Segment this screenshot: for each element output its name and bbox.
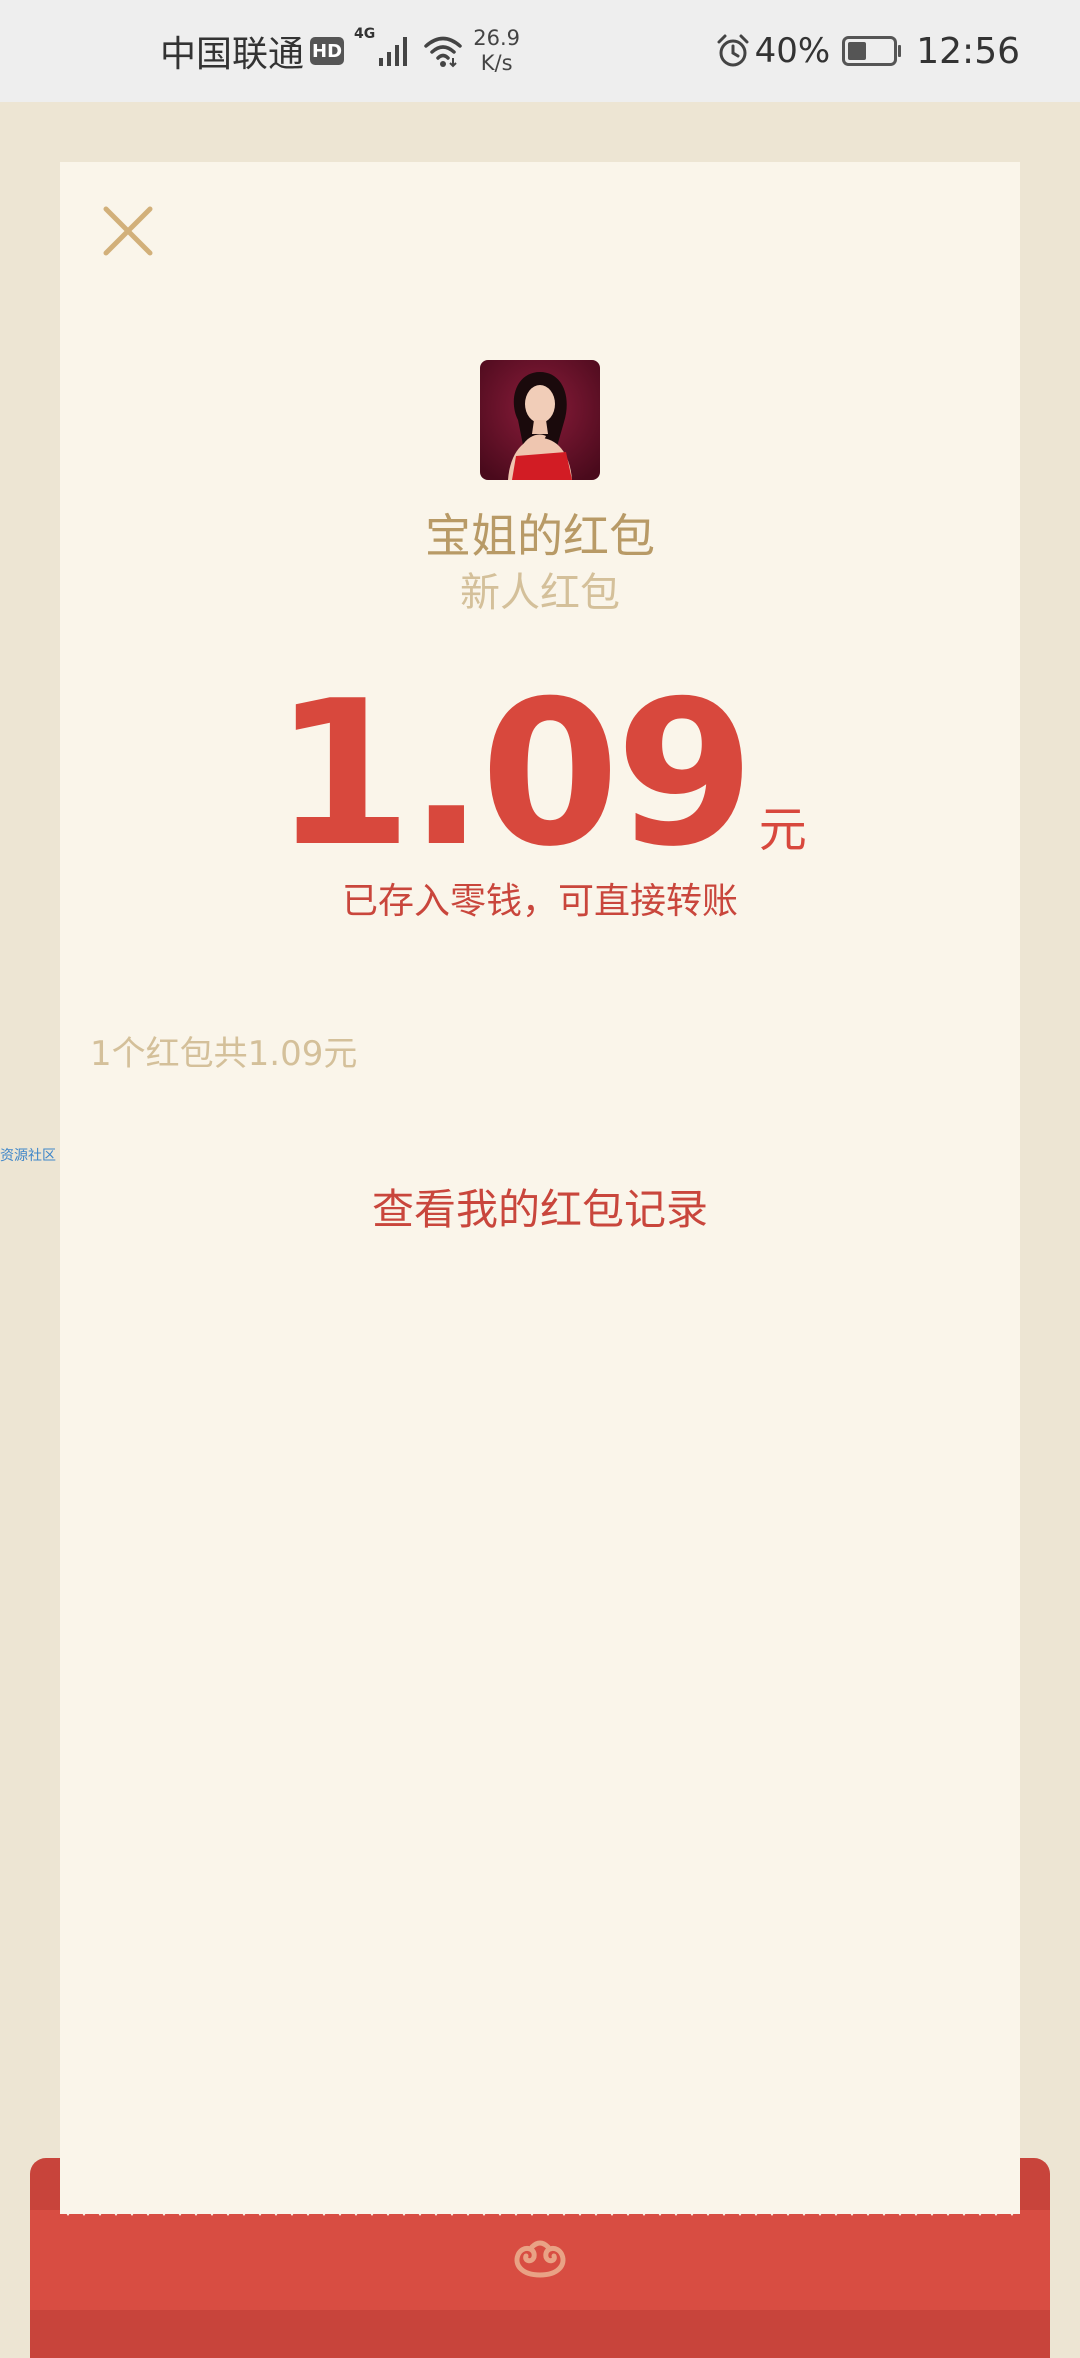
close-button[interactable]: [100, 203, 156, 259]
side-watermark: 资源社区: [0, 1148, 56, 1164]
wifi-icon: [424, 36, 462, 68]
carrier-name: 中国联通: [160, 34, 305, 75]
packet-summary: 1个红包共1.09元: [90, 1034, 358, 1074]
amount-value: 1.09: [273, 658, 754, 891]
greeting-text: 新人红包: [460, 570, 620, 616]
speed-value: 26.9: [473, 26, 521, 50]
view-records-link[interactable]: 查看我的红包记录: [0, 1176, 1080, 1237]
battery-icon: [842, 36, 902, 66]
hd-badge: HD: [310, 37, 345, 65]
signal-icon: [379, 37, 408, 66]
status-bar: 中国联通 HD 4G 26.9 K/s 40% 12:56: [0, 0, 1080, 102]
swirl-emblem-icon: [514, 2240, 566, 2278]
status-right: 40% 12:56: [715, 0, 1020, 102]
alarm-icon: [717, 34, 749, 67]
amount-row: 1.09 元: [0, 658, 1080, 891]
battery-percent: 40%: [754, 31, 831, 71]
status-left: 中国联通 HD 4G 26.9 K/s: [160, 0, 520, 102]
network-speed: 26.9 K/s: [473, 26, 520, 76]
sender-title: 宝姐的红包: [425, 509, 655, 563]
sender-avatar[interactable]: [480, 360, 600, 480]
card-zigzag-edge: [60, 2204, 1020, 2216]
speed-unit: K/s: [480, 51, 513, 75]
deposit-note[interactable]: 已存入零钱，可直接转账: [0, 872, 1080, 924]
clock-time: 12:56: [916, 30, 1020, 72]
currency-unit: 元: [758, 802, 807, 858]
network-type: 4G: [354, 26, 376, 42]
